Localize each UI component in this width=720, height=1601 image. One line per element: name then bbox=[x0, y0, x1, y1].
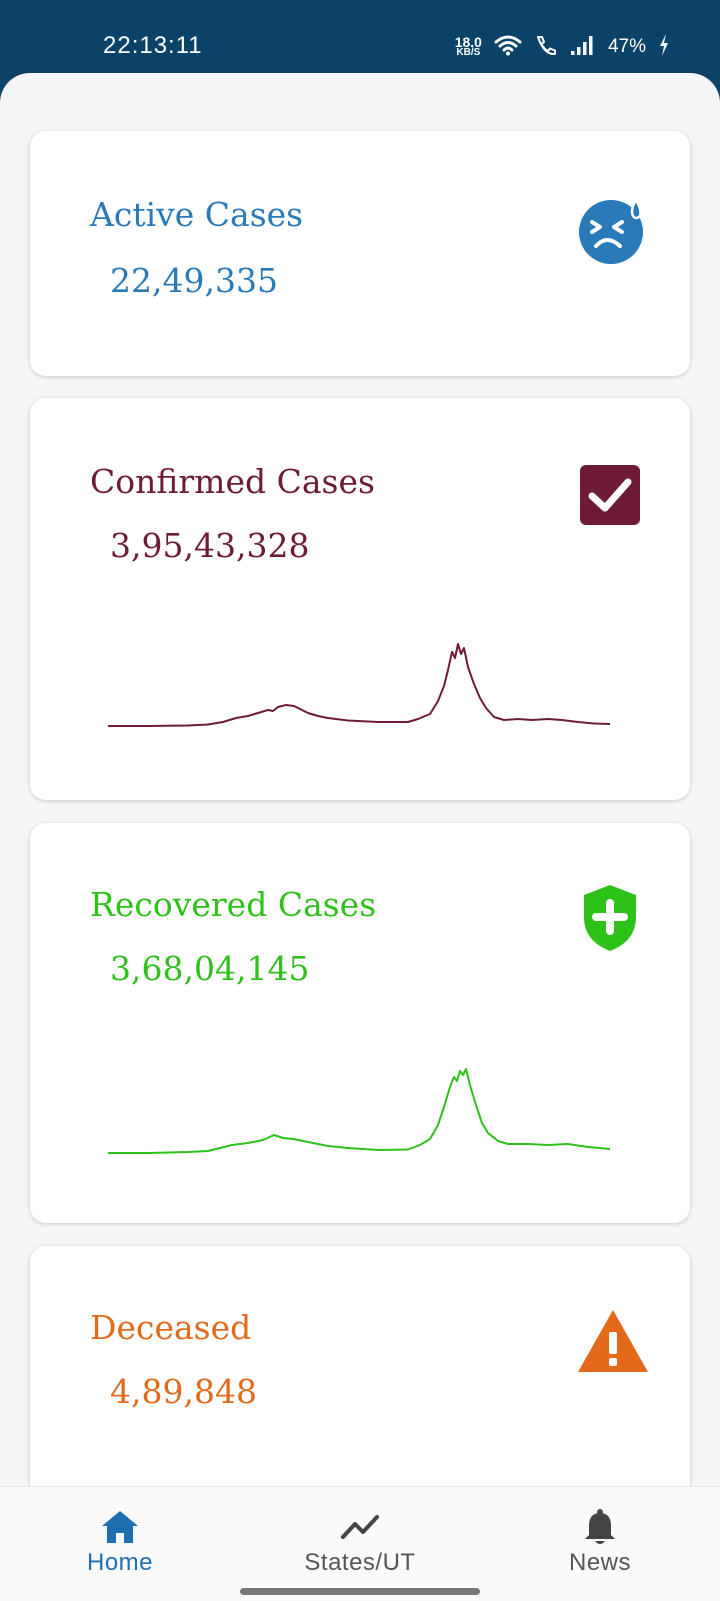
bottom-navigation: Home States/UT News bbox=[0, 1486, 720, 1601]
nav-states-ut-label: States/UT bbox=[304, 1549, 416, 1576]
confirmed-cases-title: Confirmed Cases bbox=[90, 462, 375, 501]
trend-line-icon bbox=[340, 1507, 380, 1547]
network-speed-unit: KB/S bbox=[456, 47, 481, 58]
confirmed-cases-value: 3,95,43,328 bbox=[110, 526, 310, 565]
confirmed-cases-sparkline bbox=[108, 643, 610, 727]
active-cases-value: 22,49,335 bbox=[110, 261, 278, 300]
deceased-title: Deceased bbox=[90, 1308, 252, 1347]
wifi-icon bbox=[494, 34, 522, 61]
sad-face-icon bbox=[578, 196, 646, 264]
wifi-call-icon bbox=[534, 34, 558, 61]
status-bar: 22:13:11 18.0 KB/S 47% bbox=[0, 0, 720, 73]
recovered-cases-value: 3,68,04,145 bbox=[110, 949, 310, 988]
confirmed-cases-card[interactable]: Confirmed Cases 3,95,43,328 bbox=[30, 398, 690, 800]
nav-news-label: News bbox=[568, 1549, 631, 1576]
charging-icon bbox=[658, 33, 670, 62]
nav-home[interactable]: Home bbox=[40, 1487, 200, 1587]
home-indicator[interactable] bbox=[240, 1588, 480, 1595]
shield-plus-icon bbox=[580, 883, 640, 953]
network-speed: 18.0 KB/S bbox=[455, 35, 482, 58]
recovered-cases-title: Recovered Cases bbox=[90, 885, 377, 924]
nav-states-ut[interactable]: States/UT bbox=[280, 1487, 440, 1587]
nav-home-label: Home bbox=[86, 1549, 154, 1576]
signal-icon bbox=[570, 34, 596, 61]
checkbox-check-icon bbox=[578, 463, 642, 527]
status-icons: 18.0 KB/S 47% bbox=[455, 32, 670, 62]
active-cases-title: Active Cases bbox=[90, 195, 304, 234]
battery-percentage: 47% bbox=[607, 36, 646, 57]
bell-icon bbox=[580, 1507, 620, 1547]
main-screen[interactable]: Active Cases 22,49,335 Confirmed Cases 3… bbox=[0, 73, 720, 1600]
deceased-value: 4,89,848 bbox=[110, 1372, 257, 1411]
nav-news[interactable]: News bbox=[520, 1487, 680, 1587]
recovered-cases-card[interactable]: Recovered Cases 3,68,04,145 bbox=[30, 823, 690, 1223]
status-time: 22:13:11 bbox=[103, 32, 203, 59]
warning-triangle-icon bbox=[576, 1308, 650, 1374]
home-icon bbox=[100, 1507, 140, 1547]
recovered-cases-sparkline bbox=[108, 1068, 610, 1154]
active-cases-card[interactable]: Active Cases 22,49,335 bbox=[30, 131, 690, 376]
